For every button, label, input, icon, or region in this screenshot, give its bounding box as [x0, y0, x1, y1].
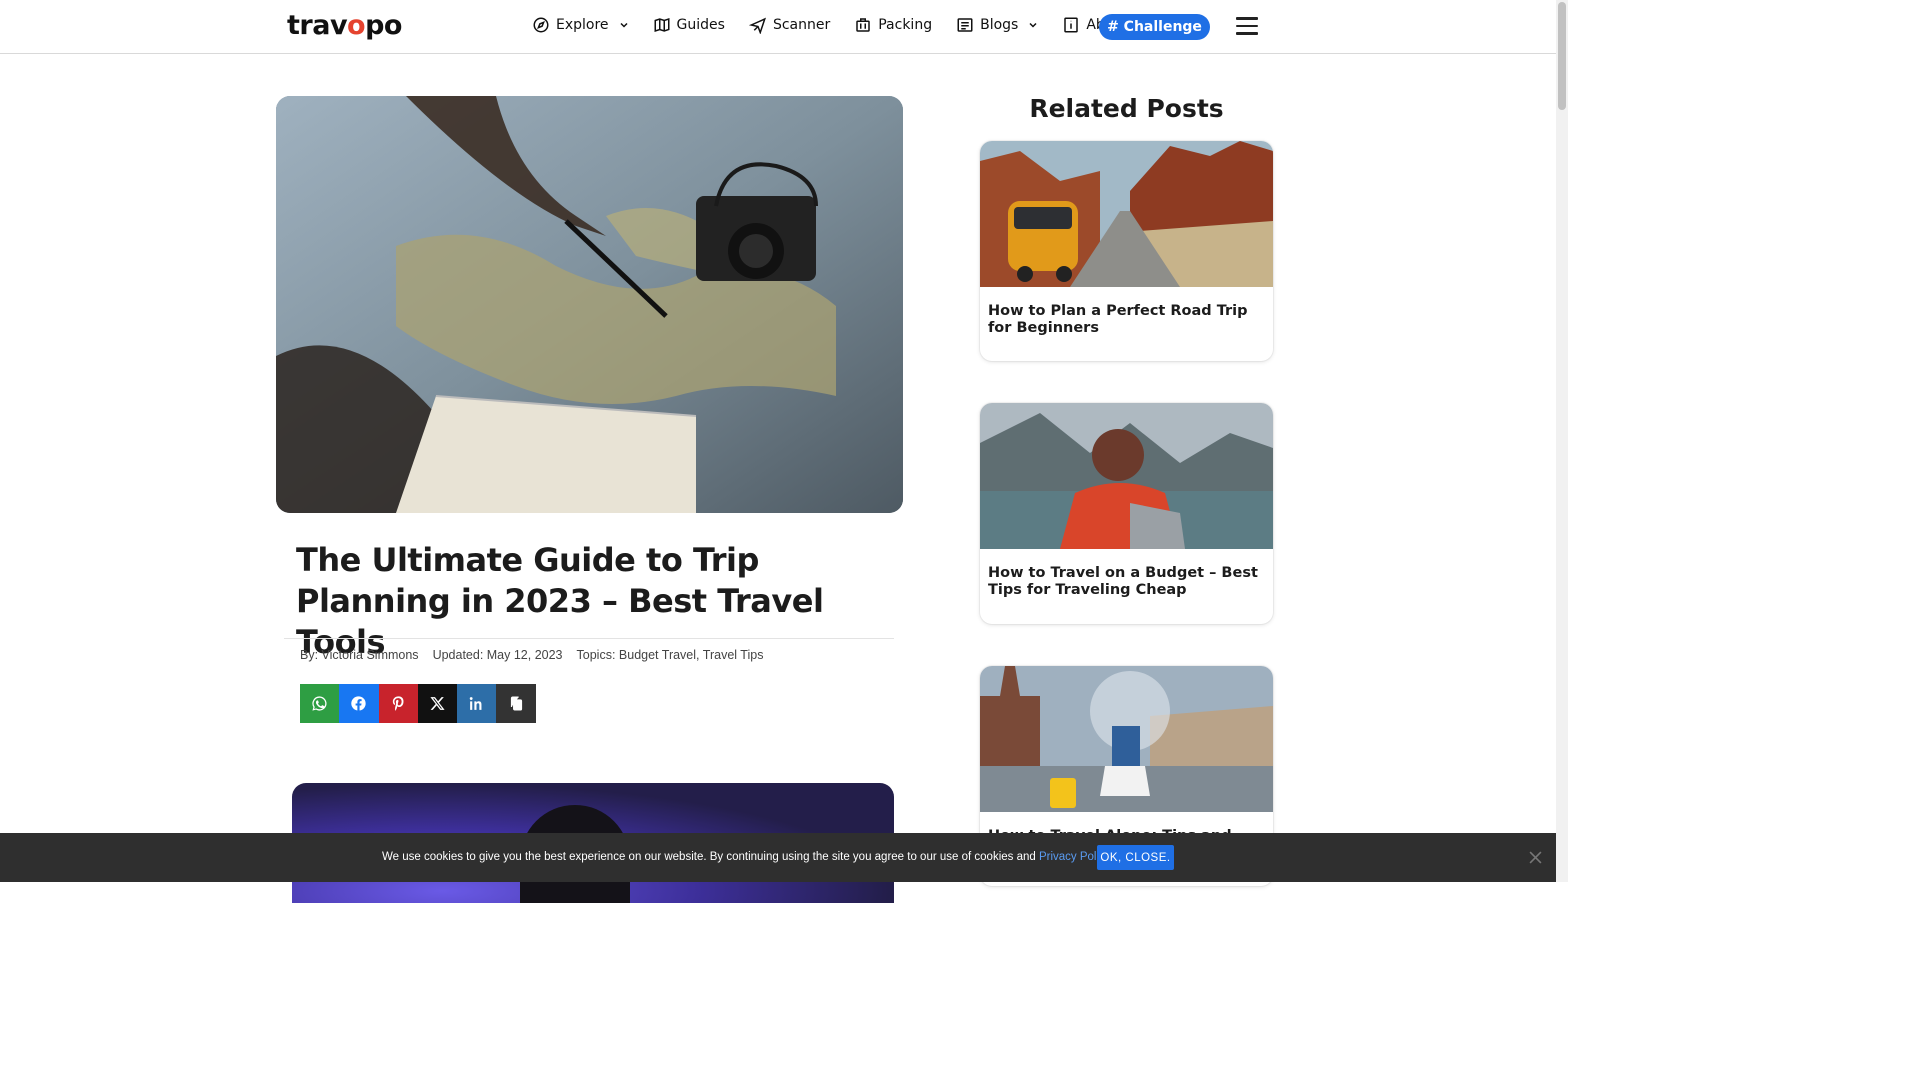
share-x-button[interactable]: [417, 684, 458, 723]
related-posts-heading: Related Posts: [1029, 94, 1224, 123]
logo[interactable]: travopo: [287, 10, 402, 41]
logo-text-start: trav: [287, 10, 348, 41]
related-post-card[interactable]: How to Travel on a Budget – Best Tips fo…: [980, 403, 1273, 624]
related-post-image: [980, 141, 1273, 287]
share-whatsapp-button[interactable]: [300, 684, 340, 723]
map-icon: [654, 17, 670, 33]
nav-blogs[interactable]: Blogs: [956, 16, 1038, 34]
site-header: travopo Explore Guides Scanner Packing B…: [0, 0, 1556, 54]
nav-explore-label: Explore: [556, 17, 609, 33]
nav-scanner[interactable]: Scanner: [748, 16, 831, 34]
related-post-card[interactable]: How to Plan a Perfect Road Trip for Begi…: [980, 141, 1273, 361]
luggage-icon: [856, 18, 870, 32]
pinterest-icon: [392, 696, 404, 711]
article-title: The Ultimate Guide to Trip Planning in 2…: [296, 541, 824, 661]
hero-image: [276, 96, 903, 513]
compass-icon: [533, 17, 549, 33]
scrollbar[interactable]: [1556, 0, 1568, 882]
list-icon: [957, 18, 973, 32]
divider: [284, 638, 894, 639]
share-bar: [300, 684, 536, 723]
nav-packing-label: Packing: [878, 17, 933, 33]
copy-link-button[interactable]: [496, 684, 536, 723]
share-pinterest-button[interactable]: [378, 684, 418, 723]
author: By: Victoria Simmons: [300, 648, 419, 662]
topic-link[interactable]: Budget Travel: [619, 648, 696, 662]
nav-scanner-label: Scanner: [772, 17, 831, 33]
facebook-icon: [351, 696, 367, 711]
main-nav: Explore Guides Scanner Packing Blogs Abo…: [532, 16, 1152, 34]
share-linkedin-button[interactable]: [457, 684, 497, 723]
scrollbar-thumb[interactable]: [1558, 2, 1566, 110]
related-post-title[interactable]: How to Plan a Perfect Road Trip for Begi…: [980, 287, 1273, 361]
chevron-down-icon: [620, 22, 628, 28]
close-icon[interactable]: [1529, 851, 1542, 864]
cookie-text: We use cookies to give you the best expe…: [382, 851, 1113, 863]
cookie-banner: We use cookies to give you the best expe…: [0, 833, 1556, 882]
nav-packing[interactable]: Packing: [854, 16, 932, 34]
share-facebook-button[interactable]: [339, 684, 379, 723]
challenge-button[interactable]: # Challenge: [1099, 14, 1210, 40]
menu-icon[interactable]: [1236, 17, 1258, 35]
related-post-title[interactable]: How to Travel on a Budget – Best Tips fo…: [980, 549, 1273, 623]
logo-o: o: [347, 10, 366, 41]
x-icon: [430, 697, 445, 710]
whatsapp-icon: [312, 696, 327, 711]
updated-date: Updated: May 12, 2023: [432, 648, 563, 662]
nav-explore[interactable]: Explore: [532, 16, 629, 34]
nav-blogs-label: Blogs: [980, 17, 1019, 33]
cookie-ok-button[interactable]: OK, CLOSE.: [1097, 845, 1174, 870]
copy-icon: [510, 696, 522, 711]
cookie-message: We use cookies to give you the best expe…: [382, 851, 1039, 863]
linkedin-icon: [470, 697, 482, 710]
article-meta: By: Victoria Simmons Updated: May 12, 20…: [300, 648, 763, 662]
related-post-image: [980, 666, 1273, 812]
plane-icon: [748, 17, 766, 34]
nav-guides[interactable]: Guides: [653, 16, 725, 34]
topics: Topics: Budget Travel, Travel Tips: [576, 648, 764, 662]
logo-text-end: po: [365, 10, 402, 41]
nav-guides-label: Guides: [676, 17, 725, 33]
related-post-image: [980, 403, 1273, 549]
chevron-down-icon: [1029, 22, 1037, 28]
info-icon: [1064, 17, 1079, 33]
topic-link[interactable]: Travel Tips: [703, 648, 764, 662]
topics-label: Topics:: [576, 648, 616, 662]
